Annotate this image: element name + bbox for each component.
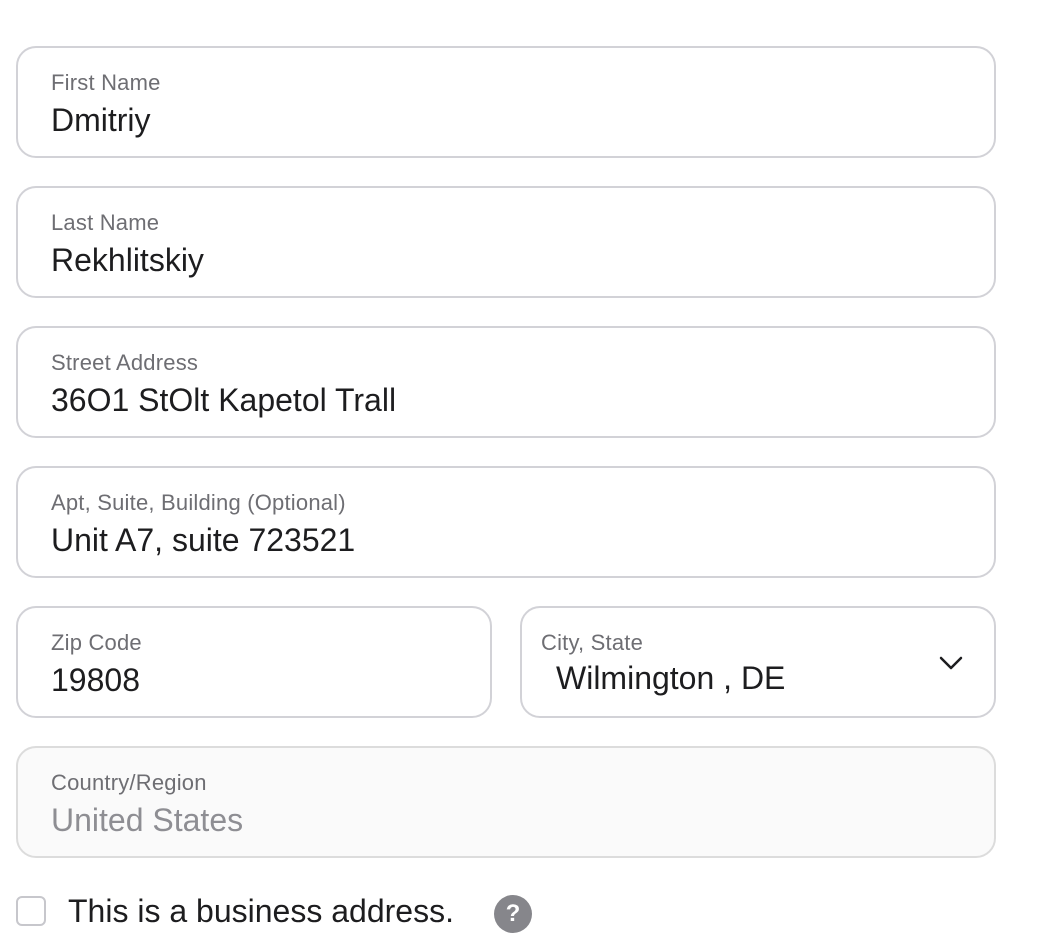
city-state-value[interactable]: Wilmington , DE	[556, 660, 785, 697]
country-region-field: Country/Region United States	[16, 746, 996, 858]
first-name-value[interactable]: Dmitriy	[51, 102, 151, 139]
zip-code-label: Zip Code	[51, 630, 142, 655]
street-address-field[interactable]: Street Address 36O1 StOlt Kapetol Trall	[16, 326, 996, 438]
city-state-label: City, State	[541, 630, 644, 655]
last-name-value[interactable]: Rekhlitskiy	[51, 242, 204, 279]
chevron-down-icon[interactable]	[938, 650, 964, 676]
help-icon[interactable]: ?	[494, 895, 532, 933]
country-region-label: Country/Region	[51, 770, 207, 795]
last-name-label: Last Name	[51, 210, 160, 235]
business-address-label[interactable]: This is a business address.	[68, 893, 454, 930]
apt-suite-value[interactable]: Unit A7, suite 723521	[51, 522, 355, 559]
business-address-checkbox[interactable]	[16, 896, 46, 926]
address-form: First Name Dmitriy Last Name Rekhlitskiy…	[0, 0, 1060, 950]
country-region-value: United States	[51, 802, 244, 838]
street-address-label: Street Address	[51, 350, 199, 375]
zip-code-field[interactable]: Zip Code 19808	[16, 606, 492, 718]
first-name-label: First Name	[51, 70, 161, 95]
street-address-value[interactable]: 36O1 StOlt Kapetol Trall	[51, 382, 396, 419]
first-name-field[interactable]: First Name Dmitriy	[16, 46, 996, 158]
apt-suite-field[interactable]: Apt, Suite, Building (Optional) Unit A7,…	[16, 466, 996, 578]
zip-code-value[interactable]: 19808	[51, 662, 140, 699]
last-name-field[interactable]: Last Name Rekhlitskiy	[16, 186, 996, 298]
city-state-select[interactable]: City, State Wilmington , DE	[520, 606, 996, 718]
apt-suite-label: Apt, Suite, Building (Optional)	[51, 490, 346, 515]
